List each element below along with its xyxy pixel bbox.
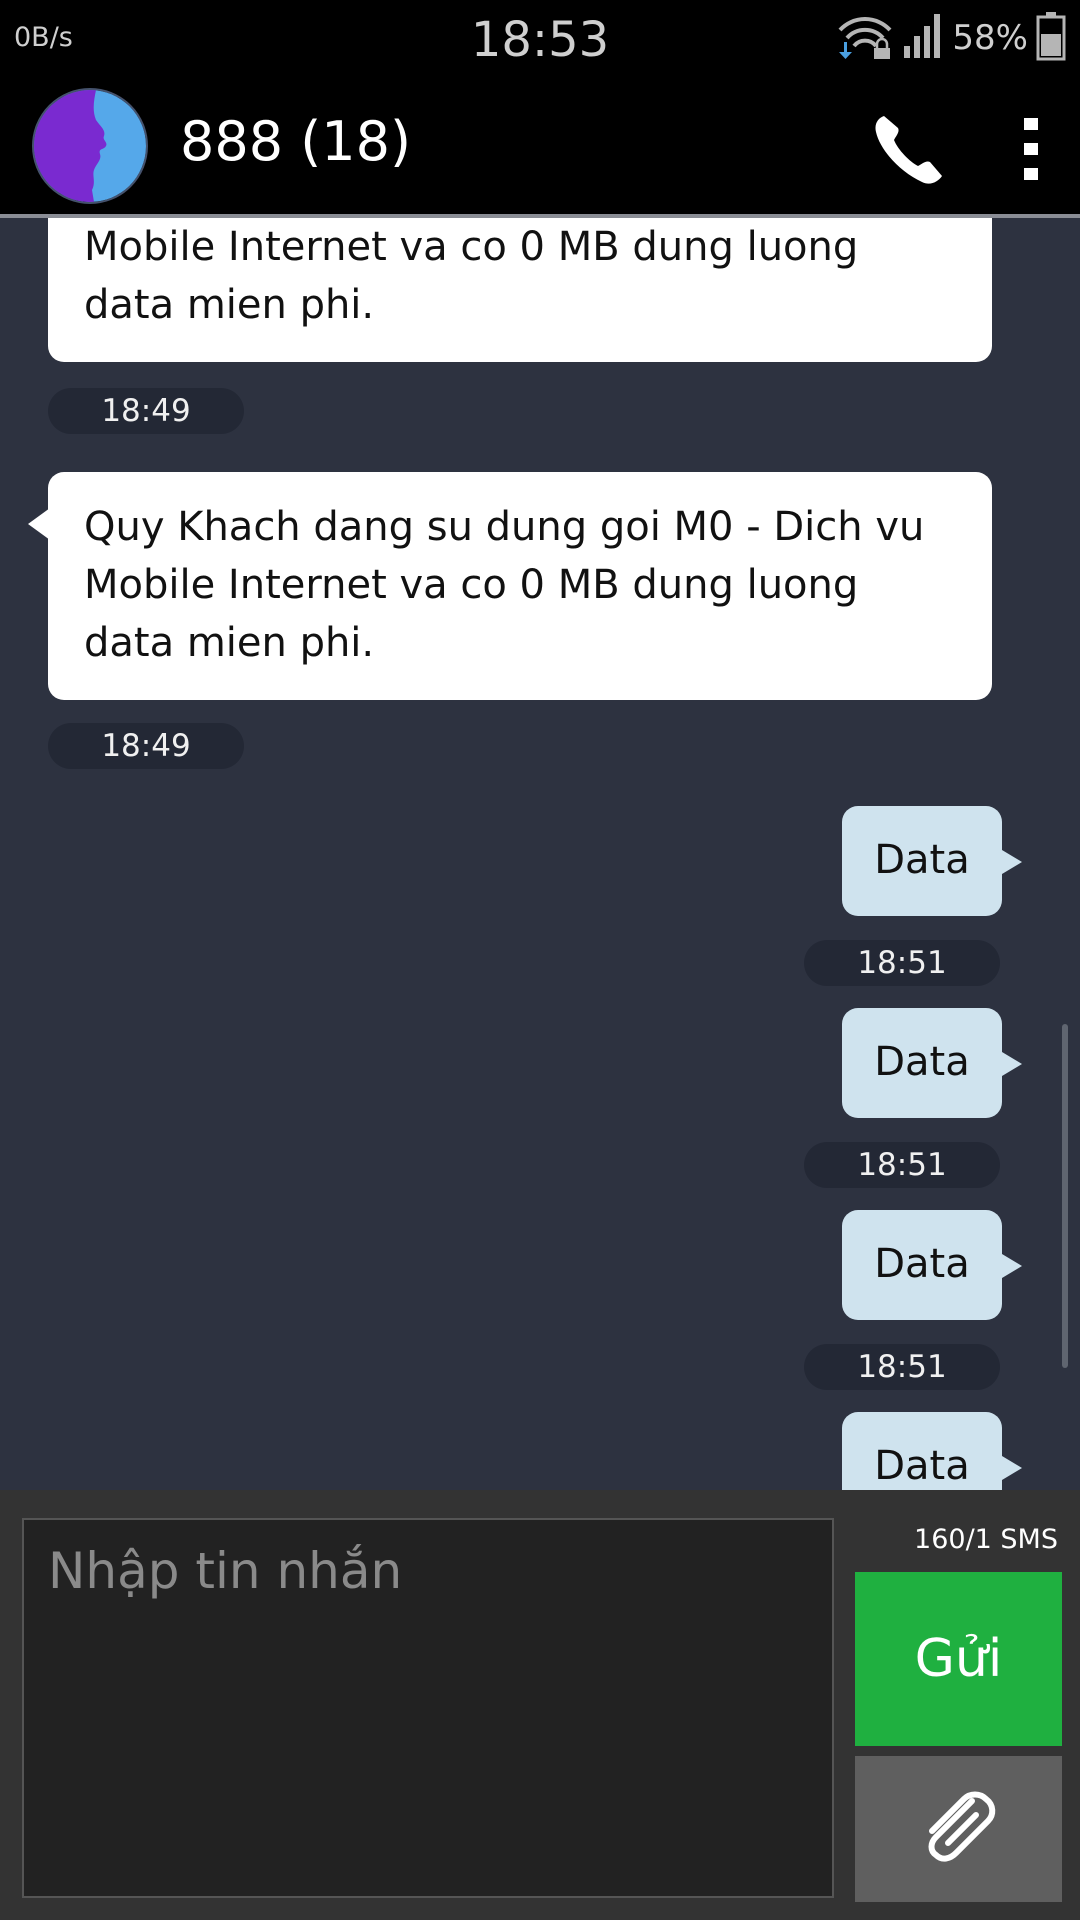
message-timestamp: 18:49 [48,723,244,769]
message-bubble-outgoing[interactable]: Data [842,1412,1022,1490]
signal-icon [902,12,944,64]
send-button[interactable]: Gửi [855,1572,1062,1746]
bubble-tail [1002,850,1022,874]
bubble-tail [28,508,50,540]
sms-counter: 160/1 SMS [914,1524,1058,1555]
message-bubble-incoming[interactable]: Quy Khach dang su dung goi M0 - Dich vu … [28,472,992,700]
paperclip-icon [914,1783,1004,1876]
avatar-icon[interactable] [32,88,148,204]
status-bar: 0B/s 18:53 58% [0,0,1080,78]
contact-title: 888 (18) [180,110,412,173]
message-bubble-incoming[interactable]: Mobile Internet va co 0 MB dung luong da… [48,218,992,362]
phone-icon[interactable] [866,106,952,192]
wifi-lock-icon [836,12,894,64]
bubble-tail [1002,1254,1022,1278]
message-list[interactable]: Mobile Internet va co 0 MB dung luong da… [0,218,1080,1490]
message-input[interactable] [22,1518,834,1898]
message-text: Data [874,1241,970,1287]
message-bubble-outgoing[interactable]: Data [842,806,1022,916]
message-bubble-outgoing[interactable]: Data [842,1008,1022,1118]
message-timestamp: 18:51 [804,1142,1000,1188]
message-timestamp: 18:51 [804,940,1000,986]
status-icons: 58% [836,12,1066,64]
battery-percent: 58% [952,18,1028,58]
scrollbar[interactable] [1062,1024,1068,1368]
attach-button[interactable] [855,1756,1062,1902]
message-text: Data [874,1443,970,1489]
message-text: Data [874,837,970,883]
message-text: Mobile Internet va co 0 MB dung luong da… [84,224,859,328]
send-button-label: Gửi [914,1629,1003,1689]
bubble-tail [1002,1052,1022,1076]
message-bubble-outgoing[interactable]: Data [842,1210,1022,1320]
battery-icon [1036,11,1066,65]
conversation-header: 888 (18) [0,78,1080,214]
message-text: Data [874,1039,970,1085]
compose-area: 160/1 SMS Gửi [0,1490,1080,1920]
overflow-menu-icon[interactable] [1012,106,1052,192]
bubble-tail [1002,1456,1022,1480]
message-timestamp: 18:51 [804,1344,1000,1390]
message-text: Quy Khach dang su dung goi M0 - Dich vu … [84,504,925,666]
message-timestamp: 18:49 [48,388,244,434]
